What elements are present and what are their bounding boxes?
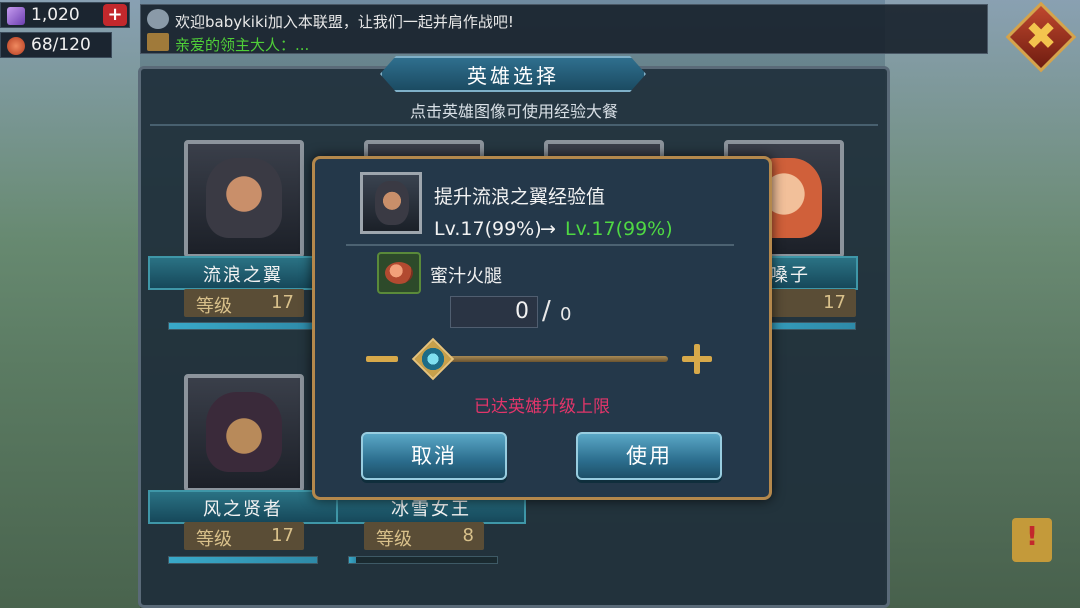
hero-portrait-wind-sage[interactable] xyxy=(184,374,304,492)
alert-button[interactable]: ! xyxy=(1012,518,1052,562)
increase-button-vertical[interactable] xyxy=(694,344,700,374)
background-left xyxy=(0,0,140,608)
hero-name: 风之贤者 xyxy=(203,499,283,520)
chat-line-1: 欢迎babykiki加入本联盟，让我们一起并肩作战吧! xyxy=(175,13,514,31)
add-gems-button[interactable]: + xyxy=(103,4,127,26)
quantity-max: 0 xyxy=(560,304,572,325)
close-button[interactable]: ✖ xyxy=(1005,1,1077,73)
hero-level-label: 等级 xyxy=(196,296,232,317)
decrease-button[interactable] xyxy=(366,356,398,362)
level-cap-warning: 已达英雄升级上限 xyxy=(474,397,610,417)
stamina-counter: 68/120 xyxy=(0,32,112,58)
hero-name: 流浪之翼 xyxy=(203,265,283,286)
background-right xyxy=(885,0,1080,608)
arrow-right-icon: → xyxy=(540,218,556,240)
meat-icon xyxy=(385,262,413,284)
hero-exp-bar xyxy=(168,556,318,564)
panel-divider xyxy=(150,124,878,126)
hero-level-label: 等级 xyxy=(196,529,232,550)
book-icon xyxy=(147,33,169,51)
hero-face xyxy=(375,181,409,225)
hero-level-value: 17 xyxy=(271,292,294,313)
hero-level-box: 等级 8 xyxy=(364,522,484,550)
hero-exp-bar xyxy=(168,322,318,330)
chat-line-2: 亲爱的领主大人：... xyxy=(175,36,310,54)
hero-level-value: 17 xyxy=(823,292,846,313)
quantity-input[interactable]: 0 xyxy=(450,296,538,328)
dialog-title: 提升流浪之翼经验值 xyxy=(434,186,606,208)
gem-icon xyxy=(7,7,25,25)
hero-portrait-wandering-wing[interactable] xyxy=(184,140,304,258)
heart-icon xyxy=(7,37,25,55)
hero-exp-fill xyxy=(169,323,317,329)
hero-exp-fill xyxy=(349,557,357,563)
cancel-button[interactable]: 取消 xyxy=(361,432,507,480)
hero-exp-bar xyxy=(348,556,498,564)
gem-count: 1,020 xyxy=(31,5,80,25)
item-name: 蜜汁火腿 xyxy=(430,266,502,287)
ham-item-icon xyxy=(377,252,421,294)
dialog-divider xyxy=(346,244,734,246)
chat-bubble-icon xyxy=(147,9,169,29)
use-button[interactable]: 使用 xyxy=(576,432,722,480)
panel-subtitle: 点击英雄图像可使用经验大餐 xyxy=(409,102,618,121)
dialog-hero-portrait xyxy=(360,172,422,234)
gem-counter: 1,020 + xyxy=(0,2,130,28)
stamina-count: 68/120 xyxy=(31,35,91,55)
level-current: Lv.17(99%) xyxy=(434,218,542,240)
hero-level-value: 17 xyxy=(271,525,294,546)
panel-title: 英雄选择 xyxy=(467,64,559,88)
quantity-slash: / xyxy=(542,296,551,326)
alert-icon: ! xyxy=(1026,522,1038,552)
hero-level-value: 8 xyxy=(462,525,474,546)
hero-face xyxy=(206,392,282,472)
hero-exp-fill xyxy=(169,557,317,563)
close-icon: ✖ xyxy=(1025,14,1057,58)
hero-level-box: 等级 17 xyxy=(184,522,304,550)
hero-face xyxy=(206,158,282,238)
chat-bar[interactable]: 欢迎babykiki加入本联盟，让我们一起并肩作战吧! 亲爱的领主大人：... xyxy=(140,4,988,54)
hero-level-box: 等级 17 xyxy=(184,289,304,317)
quantity-slider-track[interactable] xyxy=(430,356,668,362)
hero-level-label: 等级 xyxy=(376,529,412,550)
level-after: Lv.17(99%) xyxy=(565,218,673,240)
